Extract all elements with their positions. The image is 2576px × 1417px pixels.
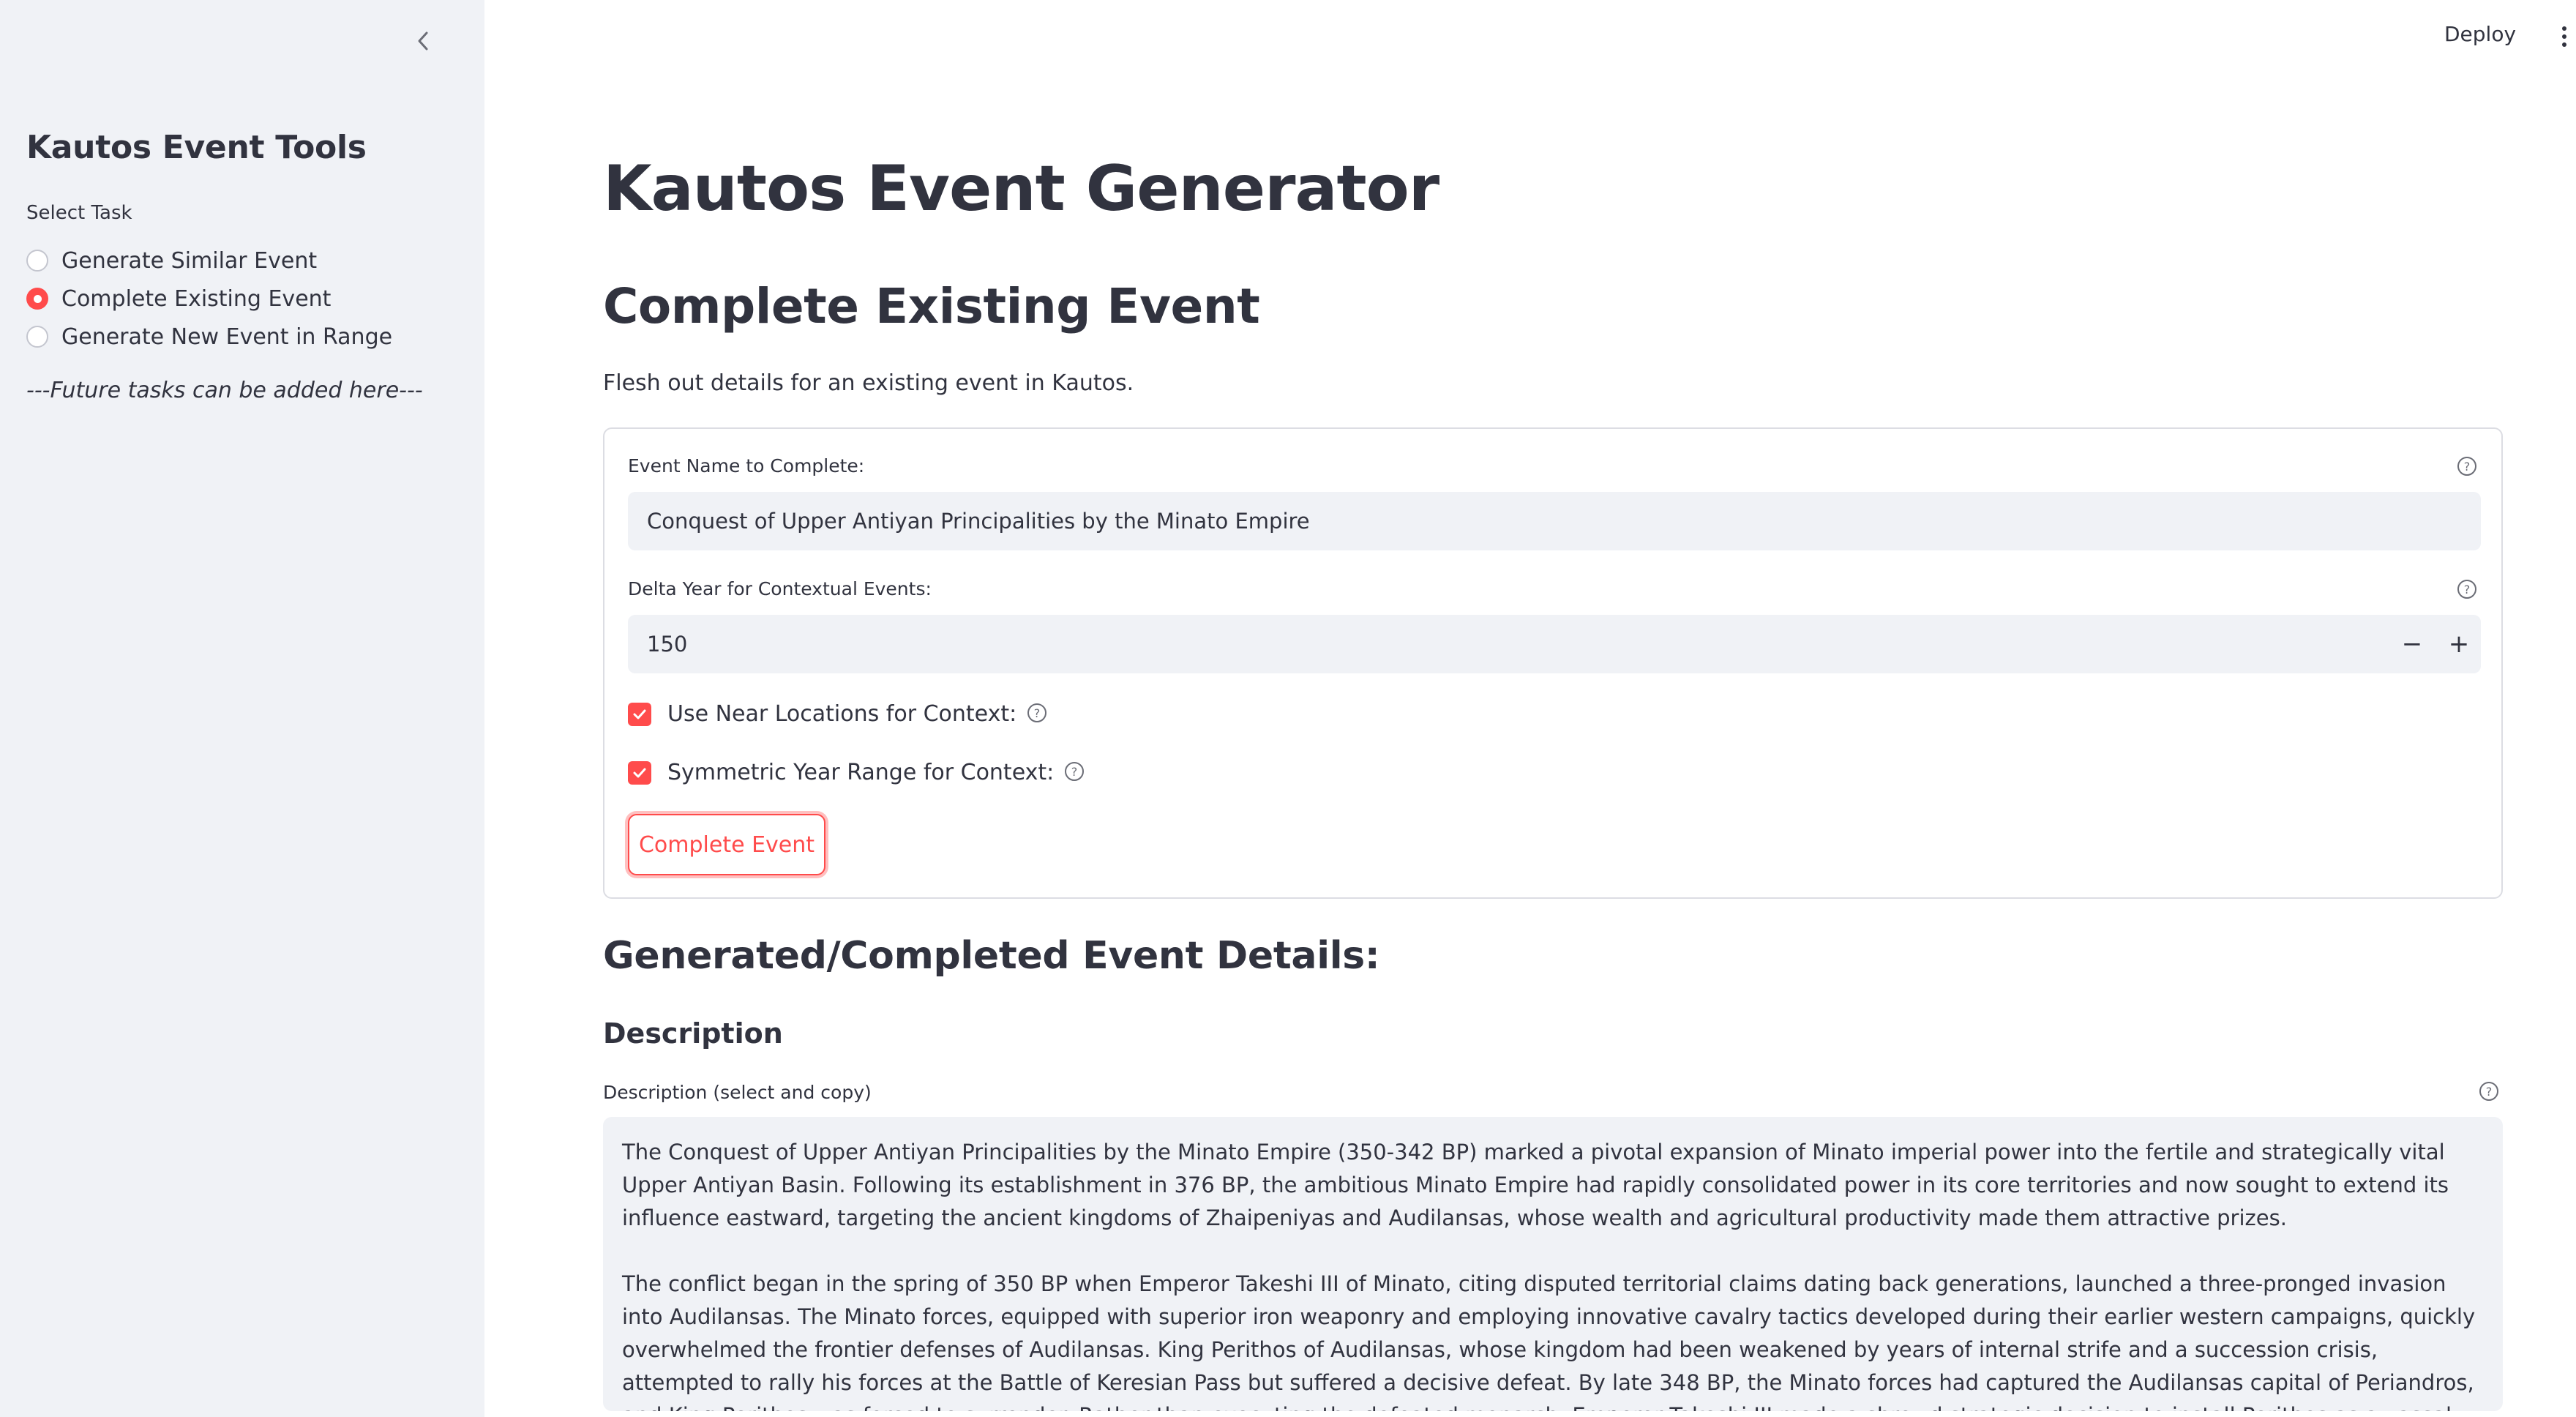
delta-year-value: 150 bbox=[647, 632, 688, 657]
near-locations-label: Use Near Locations for Context: bbox=[667, 701, 1017, 727]
help-icon[interactable]: ? bbox=[1064, 761, 1085, 785]
complete-event-button[interactable]: Complete Event bbox=[628, 814, 825, 875]
description-paragraph: The conflict began in the spring of 350 … bbox=[622, 1271, 2476, 1411]
help-icon[interactable]: ? bbox=[2478, 1080, 2500, 1102]
deploy-button[interactable]: Deploy bbox=[2444, 22, 2516, 46]
description-paragraph: The Conquest of Upper Antiyan Principali… bbox=[622, 1140, 2449, 1230]
event-name-label: Event Name to Complete: bbox=[628, 455, 865, 476]
help-icon[interactable]: ? bbox=[2456, 578, 2478, 600]
sidebar: Kautos Event Tools Select Task Generate … bbox=[0, 0, 484, 1417]
chevron-left-icon bbox=[415, 30, 431, 55]
more-vertical-icon bbox=[2562, 26, 2566, 47]
help-icon[interactable]: ? bbox=[1027, 703, 1047, 726]
checkmark-icon bbox=[633, 709, 646, 719]
event-form: Event Name to Complete: ? Conquest of Up… bbox=[603, 427, 2503, 899]
radio-label: Generate Similar Event bbox=[61, 247, 318, 274]
main-menu-button[interactable] bbox=[2557, 22, 2572, 51]
increment-button[interactable]: + bbox=[2438, 624, 2479, 665]
event-name-value: Conquest of Upper Antiyan Principalities… bbox=[647, 509, 1310, 534]
section-title: Complete Existing Event bbox=[603, 278, 1260, 334]
page-title: Kautos Event Generator bbox=[603, 152, 1439, 225]
radio-button[interactable] bbox=[26, 250, 48, 272]
description-textarea[interactable]: The Conquest of Upper Antiyan Principali… bbox=[603, 1117, 2503, 1411]
collapse-sidebar-button[interactable] bbox=[407, 26, 439, 59]
radio-button-selected[interactable] bbox=[26, 288, 48, 310]
help-icon[interactable]: ? bbox=[2456, 455, 2478, 477]
near-locations-checkbox-row[interactable]: Use Near Locations for Context: ? bbox=[628, 701, 1047, 727]
results-title: Generated/Completed Event Details: bbox=[603, 934, 1380, 978]
svg-text:?: ? bbox=[2464, 583, 2471, 597]
decrement-button[interactable]: − bbox=[2392, 624, 2433, 665]
svg-text:?: ? bbox=[2464, 460, 2471, 474]
section-description: Flesh out details for an existing event … bbox=[603, 370, 1134, 396]
near-locations-checkbox[interactable] bbox=[628, 702, 651, 726]
task-radio-group: Generate Similar Event Complete Existing… bbox=[26, 242, 392, 356]
description-heading: Description bbox=[603, 1017, 783, 1050]
radio-label: Complete Existing Event bbox=[61, 285, 332, 312]
description-textarea-label: Description (select and copy) bbox=[603, 1082, 872, 1103]
future-tasks-note: ---Future tasks can be added here--- bbox=[26, 378, 423, 403]
delta-year-number-input[interactable]: 150 bbox=[628, 615, 2481, 673]
radio-generate-similar-event[interactable]: Generate Similar Event bbox=[26, 242, 392, 280]
delta-year-label: Delta Year for Contextual Events: bbox=[628, 578, 932, 599]
svg-text:?: ? bbox=[1071, 765, 1078, 779]
checkmark-icon bbox=[633, 768, 646, 777]
symmetric-range-checkbox[interactable] bbox=[628, 760, 651, 785]
event-name-input[interactable]: Conquest of Upper Antiyan Principalities… bbox=[628, 492, 2481, 550]
radio-button[interactable] bbox=[26, 326, 48, 348]
sidebar-title: Kautos Event Tools bbox=[26, 129, 367, 166]
radio-generate-new-event-in-range[interactable]: Generate New Event in Range bbox=[26, 318, 392, 356]
symmetric-range-label: Symmetric Year Range for Context: bbox=[667, 760, 1055, 785]
symmetric-range-checkbox-row[interactable]: Symmetric Year Range for Context: ? bbox=[628, 760, 1085, 785]
radio-complete-existing-event[interactable]: Complete Existing Event bbox=[26, 280, 392, 318]
select-task-label: Select Task bbox=[26, 202, 132, 224]
radio-label: Generate New Event in Range bbox=[61, 324, 393, 350]
svg-text:?: ? bbox=[2486, 1085, 2493, 1099]
svg-text:?: ? bbox=[1034, 706, 1041, 720]
